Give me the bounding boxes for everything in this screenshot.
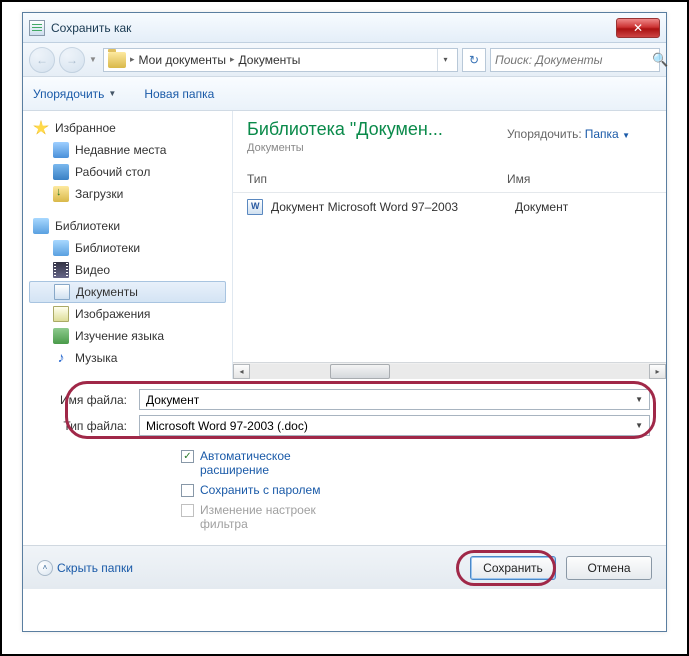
folder-icon — [108, 52, 126, 68]
file-row[interactable]: Документ Microsoft Word 97–2003 Документ — [233, 193, 666, 221]
images-icon — [53, 306, 69, 322]
star-icon — [33, 120, 49, 136]
search-icon[interactable]: 🔍 — [652, 52, 668, 68]
arrange-by: Упорядочить: Папка ▼ — [507, 127, 630, 141]
desktop-icon — [53, 164, 69, 180]
sidebar-downloads[interactable]: Загрузки — [23, 183, 232, 205]
sidebar-recent-places[interactable]: Недавние места — [23, 139, 232, 161]
column-headers: Тип Имя — [233, 166, 666, 193]
save-with-password-checkbox[interactable]: Сохранить с паролем — [181, 483, 666, 497]
titlebar: Сохранить как ✕ — [23, 13, 666, 43]
chevron-down-icon: ▼ — [108, 89, 116, 98]
window-title: Сохранить как — [51, 21, 616, 35]
breadcrumb[interactable]: ▸ Мои документы ▸ Документы ▾ — [103, 48, 458, 72]
sidebar-lib-video[interactable]: Видео — [23, 259, 232, 281]
toolbar: Упорядочить▼ Новая папка — [23, 77, 666, 111]
scroll-thumb[interactable] — [330, 364, 390, 379]
navbar: ← → ▼ ▸ Мои документы ▸ Документы ▾ ↻ 🔍 — [23, 43, 666, 77]
file-name-cell: Документ — [515, 200, 568, 214]
filename-label: Имя файла: — [39, 393, 139, 407]
chevron-down-icon: ▼ — [635, 395, 643, 404]
col-header-name[interactable]: Имя — [507, 172, 652, 186]
checkbox-icon — [181, 484, 194, 497]
filetype-select[interactable]: Microsoft Word 97-2003 (.doc)▼ — [139, 415, 650, 436]
filter-settings-checkbox: Изменение настроек фильтра — [181, 503, 666, 531]
scroll-right-button[interactable]: ▸ — [649, 364, 666, 379]
sidebar-libraries[interactable]: Библиотеки — [23, 215, 232, 237]
auto-extension-checkbox[interactable]: ✓Автоматическое расширение — [181, 449, 666, 477]
nav-back-button[interactable]: ← — [29, 47, 55, 73]
language-icon — [53, 328, 69, 344]
library-subtitle: Документы — [247, 142, 652, 154]
checkbox-checked-icon: ✓ — [181, 450, 194, 463]
sidebar-lib-libraries[interactable]: Библиотеки — [23, 237, 232, 259]
dialog-footer: ˄ Скрыть папки Сохранить Отмена — [23, 545, 666, 589]
video-icon — [53, 262, 69, 278]
chevron-up-icon: ˄ — [37, 560, 53, 576]
close-icon: ✕ — [633, 21, 643, 35]
arrow-left-icon: ← — [36, 53, 48, 67]
scroll-track[interactable] — [250, 364, 649, 379]
breadcrumb-dropdown[interactable]: ▾ — [437, 49, 453, 71]
downloads-icon — [53, 186, 69, 202]
nav-history-dropdown[interactable]: ▼ — [89, 55, 99, 64]
sidebar-favorites[interactable]: Избранное — [23, 117, 232, 139]
arrange-by-link[interactable]: Папка ▼ — [585, 127, 630, 141]
filename-input[interactable]: Документ▼ — [139, 389, 650, 410]
sidebar-lib-language[interactable]: Изучение языка — [23, 325, 232, 347]
sidebar-lib-music[interactable]: ♪Музыка — [23, 347, 232, 369]
sidebar: Избранное Недавние места Рабочий стол За… — [23, 111, 233, 379]
breadcrumb-segment[interactable]: Документы — [239, 53, 301, 67]
file-type-cell: Документ Microsoft Word 97–2003 — [271, 200, 507, 214]
cancel-button[interactable]: Отмена — [566, 556, 652, 580]
file-list-pane: Библиотека "Докумен... Документы Упорядо… — [233, 111, 666, 379]
filetype-label: Тип файла: — [39, 419, 139, 433]
sidebar-lib-images[interactable]: Изображения — [23, 303, 232, 325]
recent-icon — [53, 142, 69, 158]
refresh-button[interactable]: ↻ — [462, 48, 486, 72]
chevron-right-icon: ▸ — [230, 54, 235, 65]
nav-forward-button[interactable]: → — [59, 47, 85, 73]
horizontal-scrollbar[interactable]: ◂ ▸ — [233, 362, 666, 379]
organize-menu[interactable]: Упорядочить▼ — [33, 87, 116, 101]
libraries-icon — [53, 240, 69, 256]
filename-form: Имя файла: Документ▼ Тип файла: Microsof… — [23, 379, 666, 447]
col-header-type[interactable]: Тип — [247, 172, 507, 186]
document-icon — [54, 284, 70, 300]
word-doc-icon — [247, 199, 263, 215]
sidebar-lib-documents[interactable]: Документы — [29, 281, 226, 303]
save-options: ✓Автоматическое расширение Сохранить с п… — [23, 447, 666, 545]
chevron-right-icon: ▸ — [130, 54, 135, 65]
search-input[interactable] — [495, 53, 652, 67]
close-button[interactable]: ✕ — [616, 18, 660, 38]
save-as-dialog: Сохранить как ✕ ← → ▼ ▸ Мои документы ▸ … — [22, 12, 667, 632]
breadcrumb-segment[interactable]: Мои документы — [139, 53, 226, 67]
libraries-icon — [33, 218, 49, 234]
music-icon: ♪ — [53, 350, 69, 366]
search-box[interactable]: 🔍 — [490, 48, 660, 72]
dialog-body: Избранное Недавние места Рабочий стол За… — [23, 111, 666, 379]
save-button[interactable]: Сохранить — [470, 556, 556, 580]
checkbox-disabled-icon — [181, 504, 194, 517]
new-folder-button[interactable]: Новая папка — [144, 87, 214, 101]
refresh-icon: ↻ — [469, 53, 479, 67]
hide-folders-toggle[interactable]: ˄ Скрыть папки — [37, 560, 133, 576]
arrow-right-icon: → — [66, 53, 78, 67]
sidebar-desktop[interactable]: Рабочий стол — [23, 161, 232, 183]
chevron-down-icon: ▼ — [622, 131, 630, 140]
scroll-left-button[interactable]: ◂ — [233, 364, 250, 379]
document-icon — [29, 20, 45, 36]
chevron-down-icon: ▼ — [635, 421, 643, 430]
